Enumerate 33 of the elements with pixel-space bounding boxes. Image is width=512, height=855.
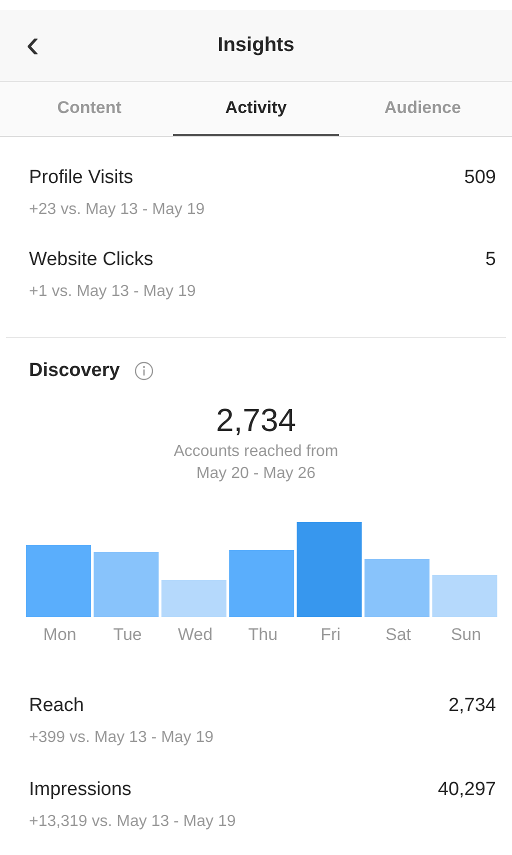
- chart-bar: [364, 559, 430, 617]
- chart-bar: [229, 550, 294, 617]
- info-icon[interactable]: [134, 361, 154, 381]
- metric-value: 2,734: [448, 695, 496, 717]
- chart-bar: [432, 575, 498, 617]
- metric-comparison: +23 vs. May 13 - May 19: [29, 201, 206, 219]
- day-label: Fri: [320, 625, 342, 645]
- chart-bar: [26, 545, 91, 617]
- metric-value: 40,297: [438, 779, 496, 801]
- metric-label: Profile Visits: [29, 167, 134, 189]
- chart-bar: [94, 552, 159, 617]
- tab[interactable]: Activity: [172, 82, 340, 136]
- chart-bar: [161, 580, 226, 617]
- reach-total: 2,734: [216, 402, 296, 439]
- metric-label: Impressions: [29, 779, 132, 801]
- reach-caption: Accounts reached from: [174, 443, 338, 461]
- day-label: Sat: [384, 625, 412, 645]
- metric-comparison: +399 vs. May 13 - May 19: [29, 729, 215, 747]
- date-range: May 20 - May 26: [196, 465, 316, 483]
- day-label: Tue: [112, 625, 143, 645]
- metric-value: 509: [464, 167, 496, 189]
- day-label: Sun: [450, 625, 482, 645]
- metric-label: Website Clicks: [29, 249, 154, 271]
- metric-comparison: +13,319 vs. May 13 - May 19: [29, 813, 237, 831]
- back-button[interactable]: ‹: [26, 24, 40, 64]
- screen-title: Insights: [218, 34, 294, 57]
- day-label: Thu: [247, 625, 279, 645]
- metric-value: 5: [485, 249, 496, 271]
- day-label: Mon: [42, 625, 78, 645]
- metric-comparison: +1 vs. May 13 - May 19: [29, 283, 197, 301]
- section-title: Discovery: [29, 360, 120, 382]
- metric-label: Reach: [29, 695, 84, 717]
- day-label: Wed: [176, 625, 214, 645]
